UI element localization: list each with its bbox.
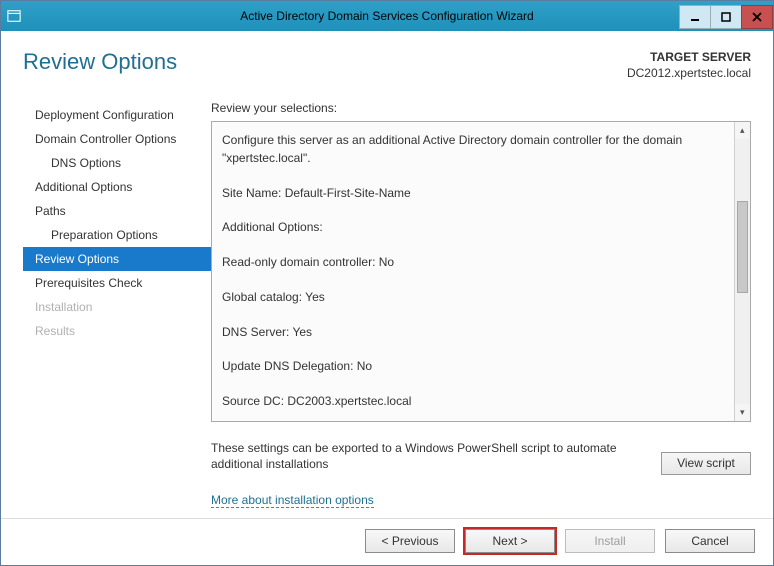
scroll-thumb[interactable] <box>737 201 748 293</box>
view-script-button[interactable]: View script <box>661 452 751 475</box>
scroll-down-arrow-icon[interactable]: ▾ <box>735 404 750 421</box>
sidebar-item-review-options[interactable]: Review Options <box>23 247 211 271</box>
export-row: These settings can be exported to a Wind… <box>211 440 751 475</box>
review-selections-label: Review your selections: <box>211 101 751 115</box>
review-selections-text[interactable]: Configure this server as an additional A… <box>212 122 734 420</box>
sidebar-item-additional-options[interactable]: Additional Options <box>23 175 211 199</box>
window-title: Active Directory Domain Services Configu… <box>1 9 773 23</box>
content-area: Review Options TARGET SERVER DC2012.xper… <box>1 31 773 518</box>
body-row: Deployment ConfigurationDomain Controlle… <box>23 99 751 506</box>
system-menu-icon[interactable] <box>1 1 27 31</box>
cancel-button[interactable]: Cancel <box>665 529 755 553</box>
target-server-label: TARGET SERVER <box>627 49 751 65</box>
wizard-window: Active Directory Domain Services Configu… <box>0 0 774 566</box>
sidebar-item-deployment-configuration[interactable]: Deployment Configuration <box>23 103 211 127</box>
scroll-track[interactable] <box>735 139 750 403</box>
sidebar-item-preparation-options[interactable]: Preparation Options <box>23 223 211 247</box>
sidebar-item-paths[interactable]: Paths <box>23 199 211 223</box>
sidebar-item-domain-controller-options[interactable]: Domain Controller Options <box>23 127 211 151</box>
review-scrollbar[interactable]: ▴ ▾ <box>734 122 750 420</box>
previous-button[interactable]: < Previous <box>365 529 455 553</box>
next-button[interactable]: Next > <box>465 529 555 553</box>
sidebar-item-dns-options[interactable]: DNS Options <box>23 151 211 175</box>
close-button[interactable] <box>741 5 773 29</box>
review-selections-box: Configure this server as an additional A… <box>211 121 751 421</box>
maximize-button[interactable] <box>710 5 742 29</box>
wizard-steps-sidebar: Deployment ConfigurationDomain Controlle… <box>23 99 211 506</box>
minimize-button[interactable] <box>679 5 711 29</box>
scroll-up-arrow-icon[interactable]: ▴ <box>735 122 750 139</box>
target-server: TARGET SERVER DC2012.xpertstec.local <box>627 49 751 81</box>
page-title: Review Options <box>23 49 177 75</box>
more-about-installation-link[interactable]: More about installation options <box>211 493 374 508</box>
window-controls <box>680 5 773 27</box>
title-bar: Active Directory Domain Services Configu… <box>1 1 773 31</box>
sidebar-item-installation: Installation <box>23 295 211 319</box>
header-row: Review Options TARGET SERVER DC2012.xper… <box>23 49 751 81</box>
footer-buttons: < Previous Next > Install Cancel <box>1 518 773 565</box>
sidebar-item-results: Results <box>23 319 211 343</box>
install-button: Install <box>565 529 655 553</box>
export-description: These settings can be exported to a Wind… <box>211 440 649 474</box>
sidebar-item-prerequisites-check[interactable]: Prerequisites Check <box>23 271 211 295</box>
main-panel: Review your selections: Configure this s… <box>211 99 751 506</box>
target-server-value: DC2012.xpertstec.local <box>627 65 751 81</box>
